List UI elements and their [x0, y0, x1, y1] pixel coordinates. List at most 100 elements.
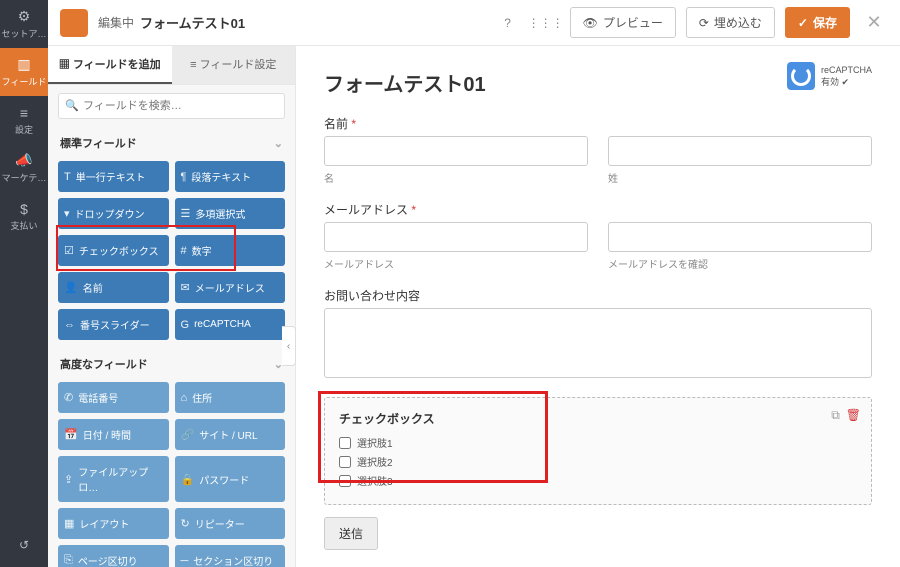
- field-type-button[interactable]: ↻リピーター: [175, 508, 286, 539]
- field-icon: ⇔: [64, 319, 75, 331]
- first-name-input[interactable]: [324, 136, 588, 166]
- field-label: メールアドレス: [195, 280, 265, 295]
- field-label: 番号スライダー: [80, 317, 150, 332]
- field-type-button[interactable]: ─ セクション区切り: [175, 545, 286, 567]
- app-logo: [60, 9, 88, 37]
- sidebar-item-history[interactable]: ↺: [0, 523, 48, 567]
- search-input[interactable]: [58, 93, 285, 119]
- field-icon: ✉: [181, 281, 190, 294]
- field-label: 数字: [192, 243, 212, 258]
- field-icon: ☑: [64, 244, 74, 257]
- panel-tabs: ▦ フィールドを追加 ≡ フィールド設定: [48, 46, 295, 85]
- sidebar-item-setup[interactable]: ⚙セットア…: [0, 0, 48, 48]
- field-label: セクション区切り: [193, 553, 273, 567]
- gear-icon: ⚙: [18, 8, 31, 25]
- field-type-button[interactable]: 📅日付 / 時間: [58, 419, 169, 450]
- section-header-standard[interactable]: 標準フィールド⌄: [48, 127, 295, 159]
- field-type-button[interactable]: GreCAPTCHA: [175, 309, 286, 340]
- field-label: 単一行テキスト: [76, 169, 146, 184]
- sidebar-item-fields[interactable]: ▥フィールド: [0, 48, 48, 96]
- field-type-button[interactable]: ✉ メールアドレス: [175, 272, 286, 303]
- tab-add-field[interactable]: ▦ フィールドを追加: [48, 46, 172, 84]
- section-header-advanced[interactable]: 高度なフィールド⌄: [48, 348, 295, 380]
- message-textarea[interactable]: [324, 308, 872, 378]
- dollar-icon: $: [20, 201, 28, 217]
- history-icon: ↺: [19, 538, 29, 552]
- page-title: 編集中 フォームテスト01: [98, 13, 245, 32]
- field-icon: ↻: [181, 517, 190, 530]
- field-label: ページ区切り: [78, 553, 138, 567]
- email-confirm-input[interactable]: [608, 222, 872, 252]
- close-button[interactable]: ✕: [860, 12, 888, 33]
- check-icon: ✓: [798, 16, 808, 30]
- field-icon: ✆: [64, 391, 73, 404]
- field-icon: ─: [181, 555, 189, 567]
- help-icon: ?: [504, 16, 511, 30]
- form-canvas: reCAPTCHA有効 ✔ フォームテスト01 名前 * 名 姓 メールアドレス…: [296, 46, 900, 567]
- field-label: 電話番号: [78, 390, 118, 405]
- embed-button[interactable]: ⟳埋め込む: [686, 7, 775, 38]
- field-icon: ☰: [181, 207, 191, 220]
- field-type-button[interactable]: ✆ 電話番号: [58, 382, 169, 413]
- chevron-down-icon: ⌄: [274, 137, 283, 150]
- sidebar-item-settings[interactable]: ≡設定: [0, 96, 48, 144]
- help-button[interactable]: ?: [494, 9, 522, 37]
- field-type-button[interactable]: ⇔ 番号スライダー: [58, 309, 169, 340]
- topbar: 編集中 フォームテスト01 ? ⋮⋮⋮ 👁プレビュー ⟳埋め込む ✓保存 ✕: [48, 0, 900, 46]
- email-input[interactable]: [324, 222, 588, 252]
- grid-icon: ⋮⋮⋮: [528, 16, 564, 30]
- field-type-button[interactable]: T単一行テキスト: [58, 161, 169, 192]
- field-icon: ▦: [64, 517, 74, 530]
- field-label: ドロップダウン: [75, 206, 145, 221]
- checkbox-option[interactable]: 選択肢3: [339, 473, 857, 488]
- field-checkbox[interactable]: ⧉ 🗑 チェックボックス 選択肢1 選択肢2 選択肢3: [324, 397, 872, 505]
- field-icon: 👤: [64, 281, 78, 294]
- field-label: 段落テキスト: [191, 169, 251, 184]
- field-type-button[interactable]: ⌂住所: [175, 382, 286, 413]
- field-type-button[interactable]: 🔗サイト / URL: [175, 419, 286, 450]
- field-icon: ▾: [64, 207, 70, 220]
- field-type-button[interactable]: ⎘ ページ区切り: [58, 545, 169, 567]
- field-label: ファイルアップロ…: [78, 464, 162, 494]
- search-icon: 🔍: [65, 99, 79, 112]
- apps-button[interactable]: ⋮⋮⋮: [532, 9, 560, 37]
- submit-button[interactable]: 送信: [324, 517, 378, 550]
- fields-icon: ▥: [17, 56, 30, 73]
- sidebar-item-marketing[interactable]: 📣マーケテ…: [0, 144, 48, 192]
- field-icon: G: [181, 319, 190, 331]
- last-name-input[interactable]: [608, 136, 872, 166]
- field-label: reCAPTCHA: [194, 319, 251, 330]
- checkbox-option[interactable]: 選択肢1: [339, 435, 857, 450]
- field-label: サイト / URL: [199, 427, 257, 442]
- field-type-button[interactable]: ¶ 段落テキスト: [175, 161, 286, 192]
- field-label: 住所: [192, 390, 212, 405]
- field-type-button[interactable]: 👤名前: [58, 272, 169, 303]
- preview-button[interactable]: 👁プレビュー: [570, 7, 676, 38]
- field-type-button[interactable]: 🔒パスワード: [175, 456, 286, 502]
- field-type-button[interactable]: ☰多項選択式: [175, 198, 286, 229]
- field-icon: ⎘: [64, 554, 73, 567]
- field-type-button[interactable]: ⇪ファイルアップロ…: [58, 456, 169, 502]
- sidebar-item-payments[interactable]: $支払い: [0, 192, 48, 240]
- tab-field-settings[interactable]: ≡ フィールド設定: [172, 46, 296, 84]
- vertical-sidebar: ⚙セットア… ▥フィールド ≡設定 📣マーケテ… $支払い ↺: [0, 0, 48, 567]
- field-icon: 📅: [64, 428, 78, 441]
- field-type-button[interactable]: ☑チェックボックス: [58, 235, 169, 266]
- duplicate-icon[interactable]: ⧉: [831, 408, 840, 423]
- checkbox-option[interactable]: 選択肢2: [339, 454, 857, 469]
- chevron-left-icon: ‹: [287, 341, 290, 352]
- megaphone-icon: 📣: [15, 152, 32, 169]
- field-icon: ¶: [181, 171, 187, 183]
- field-type-button[interactable]: # 数字: [175, 235, 286, 266]
- field-icon: #: [181, 245, 187, 257]
- sliders-icon: ≡: [190, 59, 199, 71]
- delete-icon[interactable]: 🗑: [846, 408, 861, 423]
- field-label: レイアウト: [79, 516, 129, 531]
- recaptcha-badge: reCAPTCHA有効 ✔: [787, 62, 872, 90]
- save-button[interactable]: ✓保存: [785, 7, 850, 38]
- field-label: パスワード: [199, 472, 249, 487]
- panel-collapse-toggle[interactable]: ‹: [282, 326, 296, 366]
- field-type-button[interactable]: ▾ ドロップダウン: [58, 198, 169, 229]
- fields-panel: ▦ フィールドを追加 ≡ フィールド設定 🔍 標準フィールド⌄ T単一行テキスト…: [48, 46, 296, 567]
- field-type-button[interactable]: ▦ レイアウト: [58, 508, 169, 539]
